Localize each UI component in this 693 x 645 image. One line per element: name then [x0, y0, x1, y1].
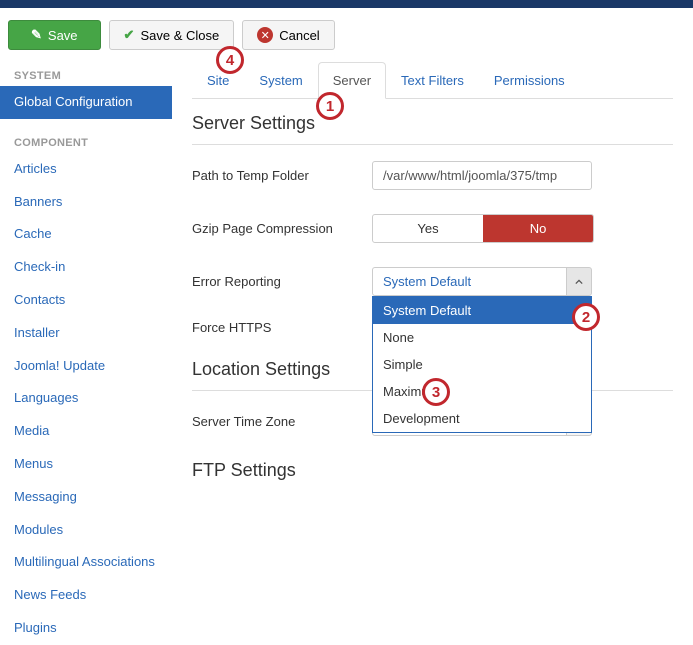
sidebar-item-articles[interactable]: Articles [0, 153, 172, 186]
save-label: Save [48, 28, 78, 43]
tab-site[interactable]: Site [192, 62, 244, 99]
error-reporting-value: System Default [372, 267, 566, 296]
gzip-no[interactable]: No [483, 215, 593, 242]
sidebar-item-cache[interactable]: Cache [0, 218, 172, 251]
gzip-label: Gzip Page Compression [192, 221, 372, 236]
ftp-settings-heading: FTP Settings [192, 460, 673, 491]
sidebar-item-menus[interactable]: Menus [0, 448, 172, 481]
sidebar-item-languages[interactable]: Languages [0, 382, 172, 415]
check-icon: ✔ [124, 27, 135, 43]
error-opt-system-default[interactable]: System Default [373, 297, 591, 324]
sidebar-item-media[interactable]: Media [0, 415, 172, 448]
server-settings-heading: Server Settings [192, 113, 673, 145]
gzip-toggle[interactable]: Yes No [372, 214, 594, 243]
save-icon: ✎ [31, 27, 42, 43]
cancel-button[interactable]: ✕ Cancel [242, 20, 334, 50]
sidebar-item-messaging[interactable]: Messaging [0, 481, 172, 514]
main-content: Site System Server Text Filters Permissi… [172, 62, 693, 645]
error-reporting-label: Error Reporting [192, 274, 372, 289]
sidebar-item-banners[interactable]: Banners [0, 186, 172, 219]
error-opt-simple[interactable]: Simple [373, 351, 591, 378]
save-close-button[interactable]: ✔ Save & Close [109, 20, 235, 50]
tmp-folder-label: Path to Temp Folder [192, 168, 372, 183]
error-opt-development[interactable]: Development [373, 405, 591, 432]
timezone-label: Server Time Zone [192, 414, 372, 429]
sidebar-item-plugins[interactable]: Plugins [0, 612, 172, 645]
error-reporting-menu: System Default None Simple Maximum Devel… [372, 296, 592, 433]
force-https-label: Force HTTPS [192, 320, 372, 335]
error-reporting-dropdown[interactable]: System Default System Default None Simpl… [372, 267, 592, 296]
sidebar-item-news-feeds[interactable]: News Feeds [0, 579, 172, 612]
sidebar-item-modules[interactable]: Modules [0, 514, 172, 547]
sidebar-item-multilingual[interactable]: Multilingual Associations [0, 546, 172, 579]
gzip-yes[interactable]: Yes [373, 215, 483, 242]
tmp-folder-input[interactable] [372, 161, 592, 190]
sidebar-item-installer[interactable]: Installer [0, 317, 172, 350]
tabs: Site System Server Text Filters Permissi… [192, 62, 673, 99]
tab-text-filters[interactable]: Text Filters [386, 62, 479, 99]
save-close-label: Save & Close [140, 28, 219, 43]
sidebar-item-contacts[interactable]: Contacts [0, 284, 172, 317]
sidebar-item-checkin[interactable]: Check-in [0, 251, 172, 284]
toolbar: ✎ Save ✔ Save & Close ✕ Cancel 4 [0, 8, 693, 62]
tab-server[interactable]: Server [318, 62, 386, 99]
sidebar: SYSTEM Global Configuration COMPONENT Ar… [0, 62, 172, 645]
error-opt-maximum[interactable]: Maximum [373, 378, 591, 405]
sidebar-item-joomla-update[interactable]: Joomla! Update [0, 350, 172, 383]
tab-system[interactable]: System [244, 62, 317, 99]
save-button[interactable]: ✎ Save [8, 20, 101, 50]
tab-permissions[interactable]: Permissions [479, 62, 580, 99]
sidebar-item-global-config[interactable]: Global Configuration [0, 86, 172, 119]
cancel-label: Cancel [279, 28, 319, 43]
cancel-icon: ✕ [257, 27, 273, 43]
sidebar-section-component: COMPONENT [0, 129, 172, 153]
chevron-up-icon[interactable] [566, 267, 592, 296]
sidebar-section-system: SYSTEM [0, 62, 172, 86]
error-opt-none[interactable]: None [373, 324, 591, 351]
